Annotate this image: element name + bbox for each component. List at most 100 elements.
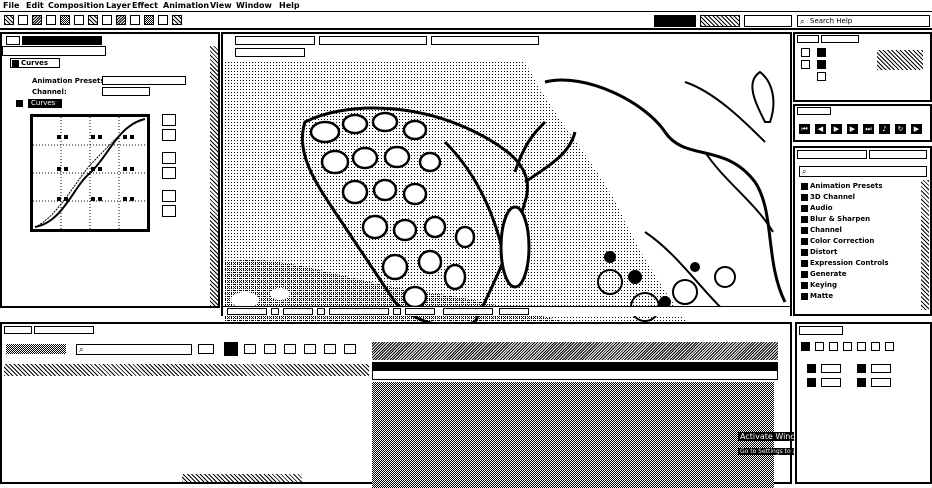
menu-window[interactable]: Window xyxy=(236,1,272,10)
composition-breadcrumb[interactable] xyxy=(235,48,305,57)
fx-category[interactable]: Audio xyxy=(801,204,833,213)
pen-tool-icon[interactable] xyxy=(102,15,112,25)
footage-tab[interactable] xyxy=(431,36,539,45)
align-right-icon[interactable] xyxy=(829,342,838,351)
fx-category[interactable]: Blur & Sharpen xyxy=(801,215,870,224)
workspace-selector[interactable] xyxy=(700,15,740,27)
justify-center-icon[interactable] xyxy=(857,342,866,351)
space-after-value[interactable] xyxy=(871,378,891,387)
selection-tool-icon[interactable] xyxy=(4,15,14,25)
active-camera-select[interactable] xyxy=(443,308,493,315)
effect-controls-scrollbar[interactable] xyxy=(210,46,218,306)
character-tab[interactable] xyxy=(869,150,927,159)
shy-layers-button[interactable] xyxy=(244,344,256,354)
effects-search-input[interactable]: ⌕ xyxy=(799,166,927,177)
smooth-curve-button[interactable] xyxy=(162,190,176,202)
channel-select[interactable] xyxy=(102,87,150,96)
justify-all-icon[interactable] xyxy=(885,342,894,351)
audio-tab[interactable] xyxy=(821,35,859,43)
zoom-tool-icon[interactable] xyxy=(32,15,42,25)
live-update-button[interactable] xyxy=(344,344,356,354)
next-frame-button[interactable]: ▶ xyxy=(847,124,858,134)
channel-button[interactable] xyxy=(405,308,435,315)
motion-blur-button[interactable] xyxy=(284,344,296,354)
menu-help[interactable]: Help xyxy=(279,1,300,10)
fx-category[interactable]: Expression Controls xyxy=(801,259,889,268)
justify-left-icon[interactable] xyxy=(843,342,852,351)
brush-tool-icon[interactable] xyxy=(130,15,140,25)
menu-file[interactable]: File xyxy=(3,1,19,10)
menu-effect[interactable]: Effect xyxy=(132,1,158,10)
hand-tool-icon[interactable] xyxy=(18,15,28,25)
clone-tool-icon[interactable] xyxy=(144,15,154,25)
fx-category[interactable]: Color Correction xyxy=(801,237,874,246)
fx-category[interactable]: Animation Presets xyxy=(801,182,883,191)
time-ruler[interactable] xyxy=(372,342,778,360)
comp-mini-flowchart-button[interactable] xyxy=(198,344,214,354)
layer-duration-bar[interactable] xyxy=(372,370,778,380)
info-tab[interactable] xyxy=(797,35,819,43)
composition-tab[interactable] xyxy=(235,36,315,45)
menu-view[interactable]: View xyxy=(210,1,232,10)
menu-edit[interactable]: Edit xyxy=(26,1,44,10)
animation-presets-select[interactable] xyxy=(102,76,186,85)
fx-category[interactable]: Keying xyxy=(801,281,837,290)
resolution-select[interactable] xyxy=(283,308,313,315)
fx-category[interactable]: Distort xyxy=(801,248,837,257)
menu-composition[interactable]: Composition xyxy=(48,1,104,10)
current-time-display[interactable] xyxy=(329,308,389,315)
workspace-options[interactable] xyxy=(744,15,792,27)
camera-tool-icon[interactable] xyxy=(60,15,70,25)
fx-category[interactable]: 3D Channel xyxy=(801,193,855,202)
align-center-icon[interactable] xyxy=(815,342,824,351)
mask-tool-icon[interactable] xyxy=(88,15,98,25)
play-button[interactable]: ▶ xyxy=(831,124,842,134)
layer-tab[interactable] xyxy=(319,36,427,45)
puppet-tool-icon[interactable] xyxy=(172,15,182,25)
space-before-value[interactable] xyxy=(821,378,841,387)
panel-tab-effect-controls[interactable] xyxy=(22,36,102,45)
fx-category[interactable]: Channel xyxy=(801,226,842,235)
workspace-menu-button[interactable] xyxy=(654,15,696,27)
audio-button[interactable]: ♪ xyxy=(879,124,890,134)
curves-graph[interactable] xyxy=(30,114,150,232)
rotate-tool-icon[interactable] xyxy=(46,15,56,25)
last-frame-button[interactable]: ⏭ xyxy=(863,124,874,134)
work-area-bar[interactable] xyxy=(372,362,778,370)
timeline-zoom-slider[interactable] xyxy=(182,474,302,482)
curves-stopwatch-icon[interactable] xyxy=(16,100,23,107)
fx-toggle-icon[interactable] xyxy=(12,60,19,67)
text-tool-icon[interactable] xyxy=(116,15,126,25)
fx-category[interactable]: Generate xyxy=(801,270,847,279)
open-curve-button[interactable] xyxy=(162,152,176,164)
effect-header[interactable]: Curves xyxy=(10,58,60,68)
search-help-input[interactable]: ⌕ Search Help xyxy=(797,15,930,27)
timeline-track-area[interactable] xyxy=(372,382,774,488)
menu-animation[interactable]: Animation xyxy=(163,1,209,10)
loop-button[interactable]: ↻ xyxy=(895,124,906,134)
brainstorm-button[interactable] xyxy=(324,344,336,354)
effects-scrollbar[interactable] xyxy=(921,180,929,310)
curve-tool-button[interactable] xyxy=(162,114,176,126)
align-left-icon[interactable] xyxy=(801,342,810,351)
graph-editor-button[interactable] xyxy=(304,344,316,354)
timeline-comp-tab[interactable] xyxy=(34,326,94,334)
reset-curve-button[interactable] xyxy=(162,205,176,217)
preview-tab[interactable] xyxy=(797,107,831,115)
paragraph-tab[interactable] xyxy=(799,326,843,335)
frame-blending-button[interactable] xyxy=(264,344,276,354)
justify-right-icon[interactable] xyxy=(871,342,880,351)
view-layout-select[interactable] xyxy=(499,308,529,315)
pencil-tool-button[interactable] xyxy=(162,129,176,141)
indent-left-value[interactable] xyxy=(821,364,841,373)
ram-preview-button[interactable]: ▶ xyxy=(911,124,922,134)
safe-zones-button[interactable] xyxy=(271,308,279,315)
fx-category[interactable]: Matte xyxy=(801,292,833,301)
region-of-interest-button[interactable] xyxy=(317,308,325,315)
menu-layer[interactable]: Layer xyxy=(106,1,131,10)
eraser-tool-icon[interactable] xyxy=(158,15,168,25)
composition-canvas[interactable] xyxy=(225,62,789,334)
draft-3d-button[interactable] xyxy=(224,342,238,356)
indent-right-value[interactable] xyxy=(871,364,891,373)
snapshot-button[interactable] xyxy=(393,308,401,315)
